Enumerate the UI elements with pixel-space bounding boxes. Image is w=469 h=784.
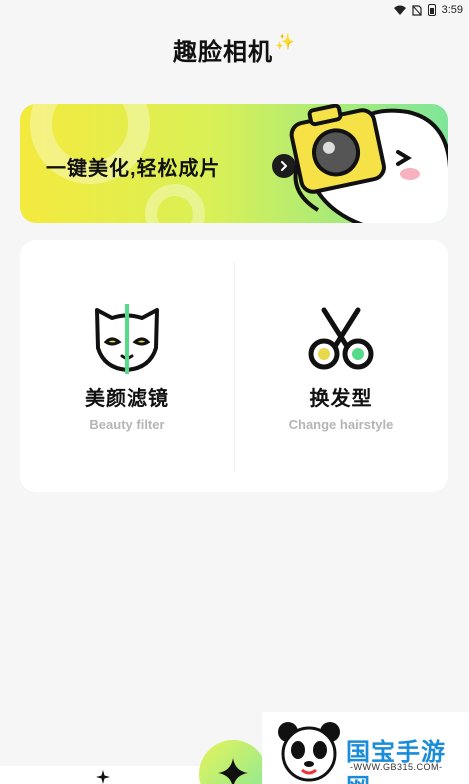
banner-decoration bbox=[145, 184, 205, 223]
feature-card: 美颜滤镜 Beauty filter 换发型 Change hairstyle bbox=[20, 240, 448, 492]
banner-text: 一键美化,轻松成片 bbox=[46, 158, 221, 180]
camera-mascot-icon bbox=[289, 104, 448, 223]
app-title-text: 趣脸相机 bbox=[173, 39, 274, 66]
sparkle-icon: ✨ bbox=[275, 34, 296, 51]
status-bar: 3:59 bbox=[0, 0, 469, 20]
page-title: 趣脸相机 ✨ bbox=[0, 32, 469, 67]
no-sim-icon bbox=[411, 4, 422, 16]
change-hairstyle-button[interactable]: 换发型 Change hairstyle bbox=[234, 240, 448, 492]
beauty-filter-button[interactable]: 美颜滤镜 Beauty filter bbox=[20, 240, 234, 492]
scissors-icon bbox=[308, 307, 374, 370]
status-time: 3:59 bbox=[441, 4, 463, 16]
beauty-filter-title: 美颜滤镜 bbox=[85, 388, 169, 410]
change-hairstyle-subtitle: Change hairstyle bbox=[288, 417, 394, 432]
wifi-icon bbox=[393, 5, 406, 15]
watermark-text: 国宝手游网 bbox=[346, 739, 446, 784]
watermark-url: -WWW.GB315.COM- bbox=[350, 762, 443, 772]
beauty-filter-subtitle: Beauty filter bbox=[89, 417, 165, 432]
battery-icon bbox=[427, 4, 436, 16]
create-fab-button[interactable] bbox=[199, 740, 267, 784]
panda-logo-icon bbox=[278, 722, 340, 782]
sparkle-icon bbox=[96, 770, 110, 784]
watermark: 国宝手游网 -WWW.GB315.COM- bbox=[262, 712, 469, 784]
promo-banner[interactable]: 一键美化,轻松成片 bbox=[20, 104, 448, 223]
star-icon bbox=[218, 758, 248, 784]
change-hairstyle-title: 换发型 bbox=[309, 388, 373, 410]
cat-mask-icon bbox=[95, 304, 159, 374]
